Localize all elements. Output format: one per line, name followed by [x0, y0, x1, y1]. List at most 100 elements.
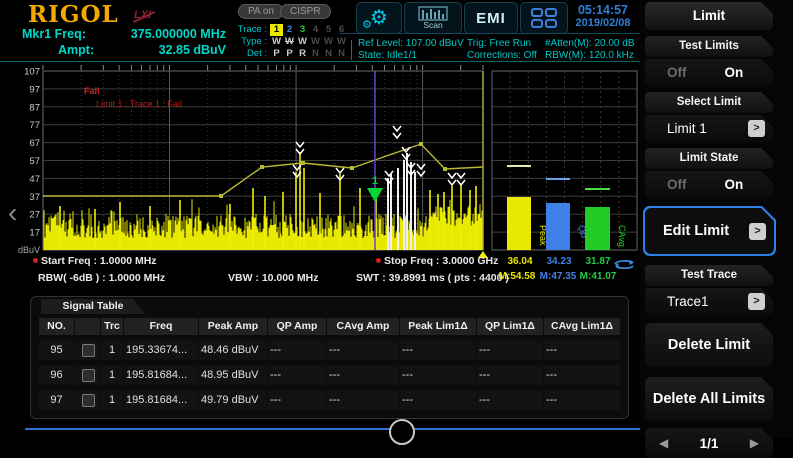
red-dot-icon — [33, 258, 38, 263]
menu-title: Limit — [645, 2, 773, 30]
svg-text:107: 107 — [24, 67, 40, 78]
select-limit-button[interactable]: Limit 1 > — [645, 115, 773, 142]
table-cell — [75, 340, 100, 360]
svg-text:77: 77 — [29, 120, 40, 131]
test-trace-button[interactable]: Trace1 > — [645, 288, 773, 315]
qp-meter-max: M:47.35 — [538, 271, 578, 282]
test-limits-header: Test Limits — [645, 36, 773, 57]
collapse-left-chevron[interactable]: ‹ — [8, 196, 17, 230]
test-limits-on[interactable]: On — [725, 65, 744, 80]
swap-arrows-icon[interactable] — [612, 257, 636, 269]
test-trace-value: Trace1 — [667, 294, 748, 309]
col-header-select — [75, 318, 100, 335]
fail-flag: Fail — [84, 86, 100, 96]
svg-text:CAvg: CAvg — [617, 225, 627, 247]
row-checkbox[interactable] — [82, 344, 95, 357]
table-cell: --- — [477, 340, 543, 360]
table-cell: 195.81684... — [124, 390, 198, 410]
table-cell: --- — [268, 365, 326, 385]
edit-limit-button[interactable]: Edit Limit > — [643, 206, 776, 256]
table-cell — [75, 365, 100, 385]
stop-freq-annotation: Stop Freq : 3.0000 GHz — [376, 255, 498, 267]
table-cell: --- — [477, 390, 543, 410]
vbw-annotation: VBW : 10.000 MHz — [228, 272, 318, 284]
table-cell: 195.33674... — [124, 340, 198, 360]
signal-table-panel: Signal Table NO.TrcFreqPeak AmpQP AmpCAv… — [30, 296, 629, 419]
table-cell: 48.46 dBuV — [199, 340, 267, 360]
limit-status-text: Limit 1 : Trace 1 : Fail — [96, 99, 182, 109]
col-header-QP Lim1Δ: QP Lim1Δ — [477, 318, 543, 335]
swt-annotation: SWT : 39.8991 ms ( pts : 4400 ) — [356, 272, 509, 284]
table-cell: 96 — [39, 365, 74, 385]
divider-drag-handle[interactable] — [389, 419, 415, 445]
col-header-CAvg Lim1Δ: CAvg Lim1Δ — [544, 318, 620, 335]
svg-text:67: 67 — [29, 138, 40, 149]
table-cell: --- — [400, 340, 476, 360]
start-freq-annotation: Start Freq : 1.0000 MHz — [33, 255, 157, 267]
table-cell: 195.81684... — [124, 365, 198, 385]
rbw-annotation: RBW( -6dB ) : 1.0000 MHz — [38, 272, 165, 284]
col-header-NO.: NO. — [39, 318, 74, 335]
test-limits-off[interactable]: Off — [667, 65, 687, 80]
table-cell: 1 — [101, 340, 123, 360]
table-cell: --- — [327, 340, 399, 360]
cavg-meter-max: M:41.07 — [578, 271, 618, 282]
chevron-right-icon[interactable]: > — [749, 223, 766, 240]
select-limit-header: Select Limit — [645, 92, 773, 113]
svg-text:1: 1 — [372, 175, 378, 187]
table-cell: --- — [327, 390, 399, 410]
svg-text:dBuV: dBuV — [18, 245, 40, 255]
red-dot-icon — [376, 258, 381, 263]
chevron-right-icon[interactable]: > — [748, 120, 765, 137]
svg-text:87: 87 — [29, 102, 40, 113]
col-header-Freq: Freq — [124, 318, 198, 335]
row-checkbox[interactable] — [82, 369, 95, 382]
limit-state-toggle[interactable]: Off On — [645, 171, 773, 198]
edit-limit-label: Edit Limit — [663, 223, 749, 239]
table-row[interactable]: 951195.33674...48.46 dBuV--------------- — [39, 340, 616, 360]
svg-text:47: 47 — [29, 174, 40, 185]
delete-limit-button[interactable]: Delete Limit — [645, 323, 773, 367]
chevron-right-icon[interactable]: > — [748, 293, 765, 310]
softkey-menu: Limit Test Limits Off On Select Limit Li… — [640, 0, 793, 438]
table-cell: --- — [400, 365, 476, 385]
table-cell: --- — [327, 365, 399, 385]
col-header-CAvg Amp: CAvg Amp — [327, 318, 399, 335]
table-cell: --- — [544, 340, 620, 360]
svg-text:17: 17 — [29, 228, 40, 239]
signal-table: NO.TrcFreqPeak AmpQP AmpCAvg AmpPeak Lim… — [39, 318, 616, 410]
table-row[interactable]: 961195.81684...48.95 dBuV--------------- — [39, 365, 616, 385]
delete-all-limits-button[interactable]: Delete All Limits — [645, 377, 773, 421]
table-cell: --- — [268, 390, 326, 410]
table-cell: --- — [544, 365, 620, 385]
limit-state-on[interactable]: On — [725, 177, 744, 192]
pane-divider[interactable] — [25, 428, 640, 430]
table-cell: --- — [400, 390, 476, 410]
table-row[interactable]: 971195.81684...49.79 dBuV--------------- — [39, 390, 616, 410]
cavg-meter-value: 31.87 — [581, 256, 615, 267]
table-cell — [75, 390, 100, 410]
spectrum-svg: 107978777675747372717dBuV1PeakQPCAvg — [0, 0, 640, 296]
svg-text:57: 57 — [29, 156, 40, 167]
table-cell: 1 — [101, 365, 123, 385]
test-limits-toggle[interactable]: Off On — [645, 59, 773, 86]
select-limit-value: Limit 1 — [667, 121, 748, 136]
table-cell: 48.95 dBuV — [199, 365, 267, 385]
page-control: ◀ 1/1 ▶ — [645, 428, 773, 458]
limit-state-off[interactable]: Off — [667, 177, 687, 192]
table-cell: --- — [477, 365, 543, 385]
signal-table-tab[interactable]: Signal Table — [41, 299, 145, 314]
row-checkbox[interactable] — [82, 394, 95, 407]
page-prev-icon[interactable]: ◀ — [659, 436, 668, 450]
table-cell: --- — [268, 340, 326, 360]
svg-text:97: 97 — [29, 84, 40, 95]
table-cell: 97 — [39, 390, 74, 410]
page-next-icon[interactable]: ▶ — [750, 436, 759, 450]
table-cell: 1 — [101, 390, 123, 410]
emi-analyzer-screen: { "header": { "logo": "RIGOL", "logo_sub… — [0, 0, 793, 438]
table-cell: --- — [544, 390, 620, 410]
qp-meter-value: 34.23 — [542, 256, 576, 267]
limit-state-header: Limit State — [645, 148, 773, 169]
col-header-Peak Amp: Peak Amp — [199, 318, 267, 335]
test-trace-header: Test Trace — [645, 265, 773, 286]
